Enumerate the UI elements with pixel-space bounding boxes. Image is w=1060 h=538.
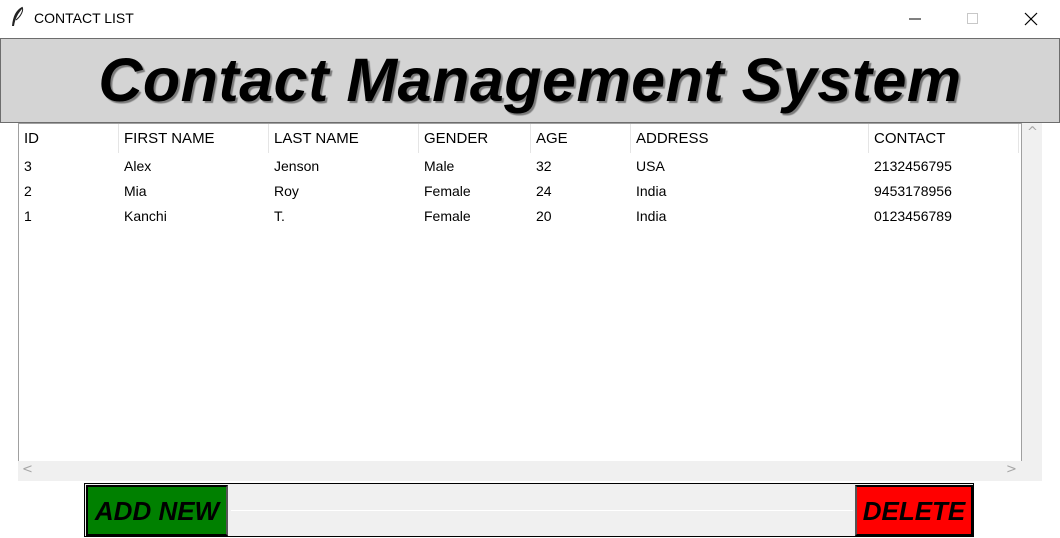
cell-id: 2 — [24, 183, 32, 199]
table-header: ID FIRST NAME LAST NAME GENDER AGE ADDRE… — [19, 124, 1021, 153]
close-button[interactable] — [1002, 0, 1060, 38]
add-new-button[interactable]: ADD NEW — [86, 485, 228, 536]
cell-last-name: T. — [274, 208, 285, 224]
window-title: CONTACT LIST — [34, 10, 134, 26]
maximize-icon — [967, 13, 978, 24]
cell-gender: Female — [424, 183, 471, 199]
cell-age: 20 — [536, 208, 552, 224]
cell-id: 3 — [24, 158, 32, 174]
cell-last-name: Jenson — [274, 158, 320, 174]
scroll-up-arrow-icon[interactable]: ^ — [1027, 125, 1038, 140]
column-header-contact[interactable]: CONTACT — [869, 124, 1019, 153]
contacts-table[interactable]: ID FIRST NAME LAST NAME GENDER AGE ADDRE… — [18, 123, 1022, 462]
cell-contact: 9453178956 — [874, 183, 952, 199]
cell-contact: 0123456789 — [874, 208, 952, 224]
cell-address: USA — [636, 158, 665, 174]
table-row[interactable]: 1 Kanchi T. Female 20 India 0123456789 — [19, 204, 1021, 229]
column-header-gender[interactable]: GENDER — [419, 124, 531, 153]
header-banner: Contact Management System — [0, 38, 1060, 123]
minimize-button[interactable] — [886, 0, 944, 38]
scrollbar-corner — [1022, 461, 1042, 481]
cell-id: 1 — [24, 208, 32, 224]
column-header-age[interactable]: AGE — [531, 124, 631, 153]
page-title: Contact Management System — [98, 46, 962, 114]
close-icon — [1024, 12, 1038, 26]
column-header-address[interactable]: ADDRESS — [631, 124, 869, 153]
scroll-right-arrow-icon[interactable]: > — [1006, 462, 1017, 477]
cell-address: India — [636, 208, 667, 224]
cell-first-name: Alex — [124, 158, 152, 174]
cell-first-name: Mia — [124, 183, 147, 199]
column-header-id[interactable]: ID — [19, 124, 119, 153]
cell-contact: 2132456795 — [874, 158, 952, 174]
cell-age: 32 — [536, 158, 552, 174]
cell-age: 24 — [536, 183, 552, 199]
feather-icon — [10, 6, 26, 28]
divider — [231, 510, 853, 511]
scroll-left-arrow-icon[interactable]: < — [22, 462, 33, 477]
table-row[interactable]: 2 Mia Roy Female 24 India 9453178956 — [19, 179, 1021, 204]
delete-button[interactable]: DELETE — [855, 485, 973, 536]
column-header-last-name[interactable]: LAST NAME — [269, 124, 419, 153]
cell-first-name: Kanchi — [124, 208, 167, 224]
column-header-first-name[interactable]: FIRST NAME — [119, 124, 269, 153]
vertical-scrollbar[interactable]: ^ v — [1022, 123, 1042, 481]
cell-gender: Female — [424, 208, 471, 224]
maximize-button[interactable] — [944, 0, 1002, 38]
horizontal-scrollbar[interactable]: < > — [18, 461, 1022, 481]
cell-address: India — [636, 183, 667, 199]
window-titlebar: CONTACT LIST — [0, 0, 1060, 38]
minimize-icon — [909, 18, 921, 20]
table-row[interactable]: 3 Alex Jenson Male 32 USA 2132456795 — [19, 154, 1021, 179]
cell-last-name: Roy — [274, 183, 299, 199]
cell-gender: Male — [424, 158, 455, 174]
